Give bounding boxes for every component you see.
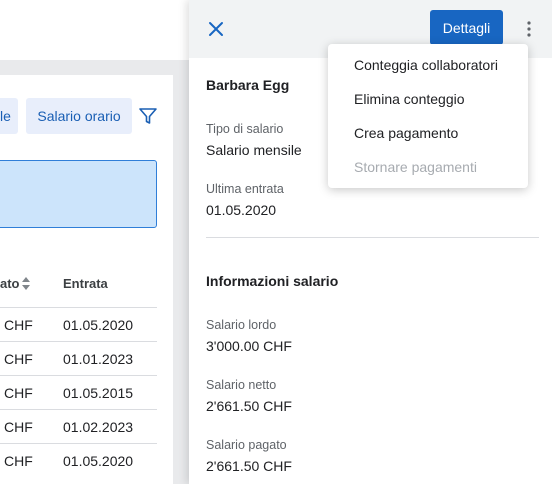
filter-chip-partial[interactable]: le xyxy=(0,98,18,134)
cell-paid: CHF xyxy=(4,385,33,401)
section-title: Informazioni salario xyxy=(206,273,339,289)
table-row[interactable]: CHF 01.02.2023 xyxy=(0,409,157,443)
cell-paid: CHF xyxy=(4,317,33,333)
close-icon[interactable] xyxy=(207,20,225,38)
last-entry-label: Ultima entrata xyxy=(206,182,284,196)
actions-menu: Conteggia collaboratori Elimina conteggi… xyxy=(328,44,528,188)
menu-item-create-payment[interactable]: Crea pagamento xyxy=(354,125,458,141)
filter-icon[interactable] xyxy=(138,106,158,126)
cell-entry: 01.05.2015 xyxy=(63,385,134,401)
last-entry-value: 01.05.2020 xyxy=(206,202,277,218)
table-row[interactable]: CHF 01.01.2023 xyxy=(0,341,157,375)
menu-item-reverse-payments: Stornare pagamenti xyxy=(354,159,477,175)
details-button[interactable]: Dettagli xyxy=(430,10,503,45)
paid-salary-label: Salario pagato xyxy=(206,438,287,452)
section-divider xyxy=(206,237,539,238)
net-salary-label: Salario netto xyxy=(206,378,277,392)
cell-entry: 01.02.2023 xyxy=(63,419,134,435)
salary-type-value: Salario mensile xyxy=(206,142,302,158)
column-header-paid[interactable]: ato xyxy=(0,276,20,291)
cell-entry: 01.05.2020 xyxy=(63,317,134,333)
salary-type-label: Tipo di salario xyxy=(206,122,284,136)
table-row[interactable]: CHF 01.05.2020 xyxy=(0,307,157,341)
cell-paid: CHF xyxy=(4,351,33,367)
cell-paid: CHF xyxy=(4,453,33,469)
gross-salary-value: 3'000.00 CHF xyxy=(206,338,292,354)
column-header-entry[interactable]: Entrata xyxy=(63,276,108,291)
employee-name: Barbara Egg xyxy=(206,77,290,93)
table-row[interactable]: CHF 01.05.2020 xyxy=(0,443,157,477)
gross-salary-label: Salario lordo xyxy=(206,318,277,332)
filter-chip-hourly-salary[interactable]: Salario orario xyxy=(26,98,132,134)
menu-item-delete-count[interactable]: Elimina conteggio xyxy=(354,91,465,107)
cell-entry: 01.01.2023 xyxy=(63,351,134,367)
sort-icon[interactable] xyxy=(21,276,31,291)
menu-item-count-employees[interactable]: Conteggia collaboratori xyxy=(354,57,498,73)
paid-salary-value: 2'661.50 CHF xyxy=(206,458,292,474)
cell-paid: CHF xyxy=(4,419,33,435)
selected-row-highlight[interactable] xyxy=(0,160,157,228)
kebab-menu-icon[interactable] xyxy=(523,19,535,39)
cell-entry: 01.05.2020 xyxy=(63,453,134,469)
table-row[interactable]: CHF 01.05.2015 xyxy=(0,375,157,409)
net-salary-value: 2'661.50 CHF xyxy=(206,398,292,414)
